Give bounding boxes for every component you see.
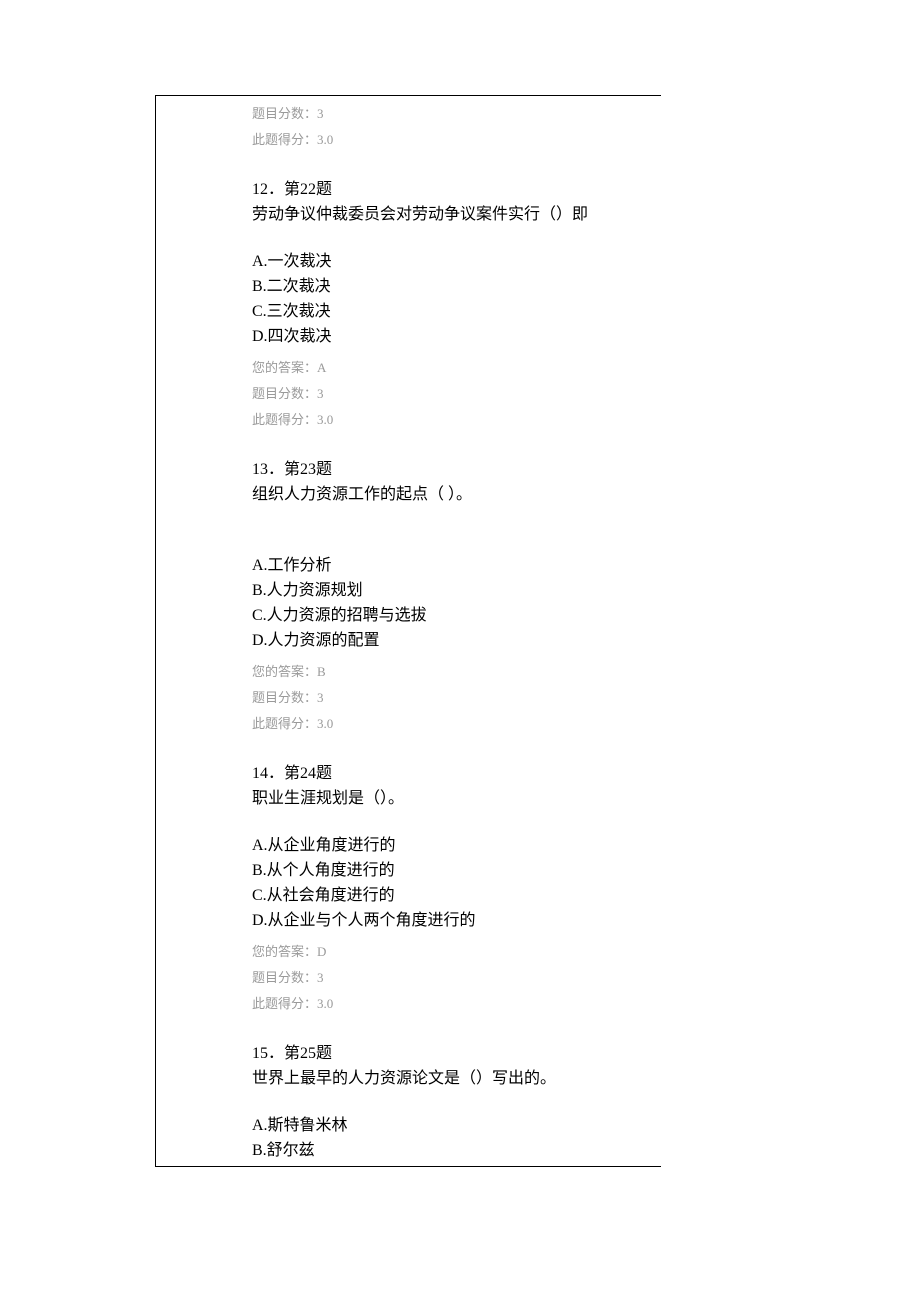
prompt-options-gap	[252, 507, 651, 553]
question-option: D.从企业与个人两个角度进行的	[252, 908, 651, 933]
question-option: A.工作分析	[252, 553, 651, 578]
question-option: B.二次裁决	[252, 274, 651, 299]
question-option: C.从社会角度进行的	[252, 883, 651, 908]
content-frame: 题目分数：3 此题得分：3.0 12．第22题劳动争议仲裁委员会对劳动争议案件实…	[155, 95, 661, 1167]
prompt-options-gap	[252, 227, 651, 249]
leading-gained-label: 此题得分：3.0	[252, 127, 651, 153]
questions-container: 12．第22题劳动争议仲裁委员会对劳动争议案件实行（）即 A.一次裁决B.二次裁决…	[252, 177, 651, 1163]
prompt-options-gap	[252, 1091, 651, 1113]
score-line: 题目分数：3	[252, 965, 651, 991]
gained-label-text: 此题得分：	[252, 132, 317, 147]
question-number: 13．第23题	[252, 457, 651, 482]
question-number: 12．第22题	[252, 177, 651, 202]
question-number: 15．第25题	[252, 1041, 651, 1066]
question-option: B.人力资源规划	[252, 578, 651, 603]
question-block: 14．第24题职业生涯规划是（）。 A.从企业角度进行的B.从个人角度进行的C.从…	[252, 761, 651, 1017]
leading-score-label: 题目分数：3	[252, 101, 651, 127]
question-option: D.四次裁决	[252, 324, 651, 349]
question-option: B.从个人角度进行的	[252, 858, 651, 883]
question-number: 14．第24题	[252, 761, 651, 786]
question-option: C.三次裁决	[252, 299, 651, 324]
gained-line: 此题得分：3.0	[252, 407, 651, 433]
question-prompt: 劳动争议仲裁委员会对劳动争议案件实行（）即	[252, 202, 651, 227]
question-option: C.人力资源的招聘与选拔	[252, 603, 651, 628]
gained-line: 此题得分：3.0	[252, 991, 651, 1017]
question-block: 15．第25题世界上最早的人力资源论文是（）写出的。 A.斯特鲁米林B.舒尔兹	[252, 1041, 651, 1163]
question-prompt: 世界上最早的人力资源论文是（）写出的。	[252, 1066, 651, 1091]
question-prompt: 职业生涯规划是（）。	[252, 786, 651, 811]
prompt-options-gap	[252, 811, 651, 833]
answer-line: 您的答案：B	[252, 659, 651, 685]
question-block: 12．第22题劳动争议仲裁委员会对劳动争议案件实行（）即 A.一次裁决B.二次裁决…	[252, 177, 651, 433]
score-line: 题目分数：3	[252, 685, 651, 711]
question-option: A.从企业角度进行的	[252, 833, 651, 858]
score-label-text: 题目分数：	[252, 106, 317, 121]
answer-line: 您的答案：A	[252, 355, 651, 381]
question-prompt: 组织人力资源工作的起点（ ）。	[252, 482, 651, 507]
question-block: 13．第23题组织人力资源工作的起点（ ）。 A.工作分析B.人力资源规划C.人力…	[252, 457, 651, 737]
gained-line: 此题得分：3.0	[252, 711, 651, 737]
leading-gained-value: 3.0	[317, 132, 333, 147]
score-line: 题目分数：3	[252, 381, 651, 407]
leading-score-value: 3	[317, 106, 324, 121]
page: 题目分数：3 此题得分：3.0 12．第22题劳动争议仲裁委员会对劳动争议案件实…	[0, 0, 920, 1302]
question-option: B.舒尔兹	[252, 1138, 651, 1163]
question-option: A.一次裁决	[252, 249, 651, 274]
content-inner: 题目分数：3 此题得分：3.0 12．第22题劳动争议仲裁委员会对劳动争议案件实…	[156, 101, 661, 1163]
answer-line: 您的答案：D	[252, 939, 651, 965]
question-option: A.斯特鲁米林	[252, 1113, 651, 1138]
question-option: D.人力资源的配置	[252, 628, 651, 653]
